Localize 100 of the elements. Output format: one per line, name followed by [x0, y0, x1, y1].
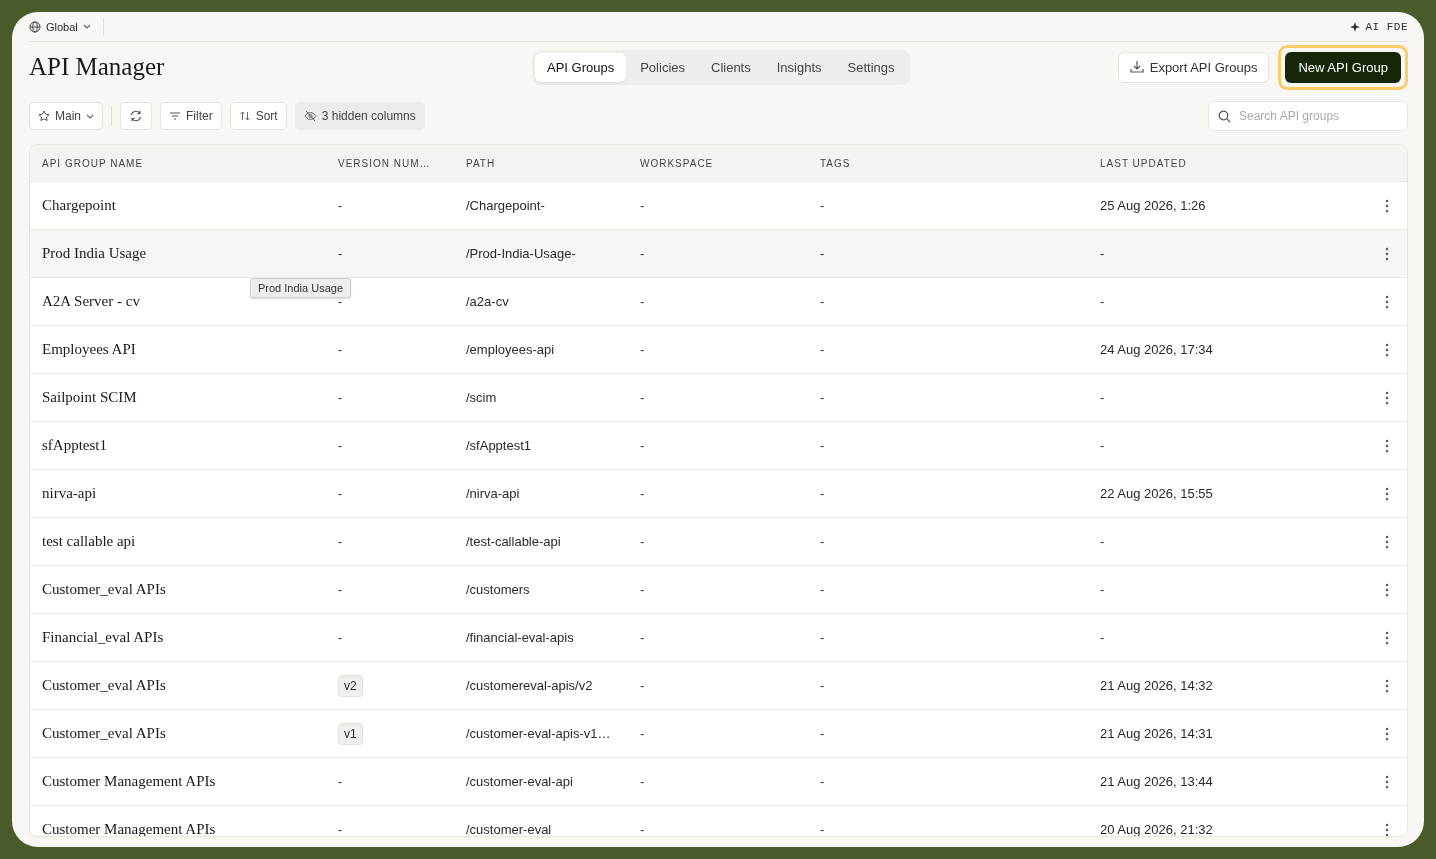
table-cell-text: - — [1100, 438, 1106, 453]
export-button[interactable]: Export API Groups — [1117, 51, 1270, 83]
scope-selector[interactable]: Global — [46, 20, 78, 33]
table-cell-text: 21 Aug 2026, 14:32 — [1100, 678, 1214, 693]
more-options-icon[interactable] — [1385, 774, 1389, 789]
table-row[interactable]: Customer_eval APIs v1 /customer-eval-apis-v1… - - 21 Aug 2026, 14:31 — [30, 710, 1407, 758]
view-dropdown[interactable]: Main — [29, 102, 103, 130]
table-cell-text: - — [820, 198, 826, 213]
column-header: LAST UPDATED — [1100, 157, 1188, 169]
more-options-icon[interactable] — [1385, 822, 1389, 836]
table-row[interactable]: Prod India Usage - /Prod-India-Usage- - - - — [30, 230, 1407, 278]
column-header: PATH — [466, 157, 497, 169]
nav-tab[interactable]: Policies — [628, 52, 697, 82]
table-cell-text: - — [820, 534, 826, 549]
table-cell-text: /sfApptest1 — [466, 438, 533, 453]
more-options-icon[interactable] — [1385, 390, 1389, 405]
more-options-icon[interactable] — [1385, 438, 1389, 453]
assistant-link[interactable]: AI FDE — [1365, 20, 1408, 33]
page-title: API Manager — [29, 53, 165, 81]
search-field[interactable]: Search API groups — [1208, 101, 1408, 131]
more-options-icon[interactable] — [1385, 582, 1389, 597]
new-group-button[interactable]: New API Group — [1285, 51, 1401, 83]
table-cell-text: - — [820, 678, 826, 693]
table-cell: - — [338, 342, 343, 357]
table-cell-text: - — [1100, 390, 1106, 405]
group-name: Employees API — [42, 341, 137, 358]
table-cell-text: - — [820, 726, 826, 741]
table-cell: - — [338, 534, 343, 549]
table-cell-text: - — [820, 486, 826, 501]
table-row[interactable]: Customer Management APIs - /customer-eval-api - - 21 Aug 2026, 13:44 — [30, 758, 1407, 806]
group-name: nirva-api — [42, 485, 98, 502]
search-icon — [1218, 110, 1231, 123]
table-row[interactable]: test callable api - /test-callable-api - - - — [30, 518, 1407, 566]
hidden-columns-button[interactable]: 3 hidden columns — [294, 102, 425, 130]
sort-button[interactable]: Sort — [229, 102, 287, 130]
more-options-icon[interactable] — [1385, 246, 1389, 261]
group-name: Chargepoint — [42, 197, 117, 214]
table-cell-text: /nirva-api — [466, 486, 521, 501]
table-cell-text: 21 Aug 2026, 13:44 — [1100, 774, 1214, 789]
more-options-icon[interactable] — [1385, 726, 1389, 741]
version-tag: v1 — [338, 722, 363, 745]
more-options-icon[interactable] — [1385, 486, 1389, 501]
group-name: Prod India Usage — [42, 245, 148, 262]
group-name: test callable api — [42, 533, 137, 550]
more-options-icon[interactable] — [1385, 630, 1389, 645]
table-row[interactable]: Sailpoint SCIM - /scim - - - — [30, 374, 1407, 422]
table-cell-text: /Chargepoint- — [466, 198, 546, 213]
table-cell-text: - — [820, 390, 826, 405]
group-name: Customer Management APIs — [42, 773, 217, 790]
table-cell-text: /a2a-cv — [466, 294, 510, 309]
table-cell-text: /scim — [466, 390, 498, 405]
group-name: A2A Server - cv — [42, 293, 141, 310]
table-cell-text: - — [640, 294, 646, 309]
table-cell: - — [338, 390, 343, 405]
more-options-icon[interactable] — [1385, 534, 1389, 549]
table-cell-text: - — [640, 438, 646, 453]
chevron-down-icon — [86, 113, 94, 119]
table-cell-text: /customer-eval-api — [466, 774, 574, 789]
table-cell-text: - — [640, 390, 646, 405]
table-row[interactable]: Customer_eval APIs - /customers - - - — [30, 566, 1407, 614]
table-cell-text: - — [1100, 246, 1106, 261]
table-row[interactable]: Customer_eval APIs v2 /customereval-apis/v2 - - 21 Aug 2026, 14:32 — [30, 662, 1407, 710]
table-cell-text: 20 Aug 2026, 21:32 — [1100, 822, 1214, 836]
more-options-icon[interactable] — [1385, 678, 1389, 693]
filter-button[interactable]: Filter — [160, 102, 222, 130]
table-cell-text: /customer-eval — [466, 822, 553, 836]
nav-tab[interactable]: Settings — [835, 52, 907, 82]
more-options-icon[interactable] — [1385, 342, 1389, 357]
globe-icon — [29, 20, 41, 33]
more-options-icon[interactable] — [1385, 294, 1389, 309]
table-row[interactable]: nirva-api - /nirva-api - - 22 Aug 2026, 15:55 — [30, 470, 1407, 518]
table-cell-text: - — [640, 774, 646, 789]
table-cell: - — [338, 582, 343, 597]
table-cell-text: /customers — [466, 582, 531, 597]
column-header: WORKSPACE — [640, 157, 715, 169]
nav-tab[interactable]: Insights — [764, 52, 834, 82]
table-cell-text: - — [820, 294, 826, 309]
table-row[interactable]: Financial_eval APIs - /financial-eval-apis - - - — [30, 614, 1407, 662]
nav-tab[interactable]: Clients — [699, 52, 763, 82]
table-cell-text: - — [640, 534, 646, 549]
table-cell-text: 24 Aug 2026, 17:34 — [1100, 342, 1214, 357]
table-cell: - — [338, 438, 343, 453]
table-cell-text: - — [640, 630, 646, 645]
table-cell-text: /Prod-India-Usage- — [466, 246, 577, 261]
table-row[interactable]: sfApptest1 - /sfApptest1 - - - — [30, 422, 1407, 470]
nav-tab[interactable]: API Groups — [535, 52, 627, 82]
table-cell-text: - — [1100, 630, 1106, 645]
refresh-button[interactable] — [120, 102, 152, 130]
refresh-icon — [129, 109, 143, 123]
table-cell-text: - — [1100, 534, 1106, 549]
table-cell-text: 21 Aug 2026, 14:31 — [1100, 726, 1214, 741]
table-cell-text: - — [820, 438, 826, 453]
version-tag: v2 — [338, 674, 363, 697]
more-options-icon[interactable] — [1385, 198, 1389, 213]
hidden-eye-icon — [303, 110, 317, 122]
table-row[interactable]: Employees API - /employees-api - - 24 Aug 2026, 17:34 — [30, 326, 1407, 374]
table-cell-text: - — [820, 774, 826, 789]
column-header: API GROUP NAME — [42, 157, 145, 169]
group-name: sfApptest1 — [42, 437, 108, 454]
table-cell-text: - — [640, 582, 646, 597]
